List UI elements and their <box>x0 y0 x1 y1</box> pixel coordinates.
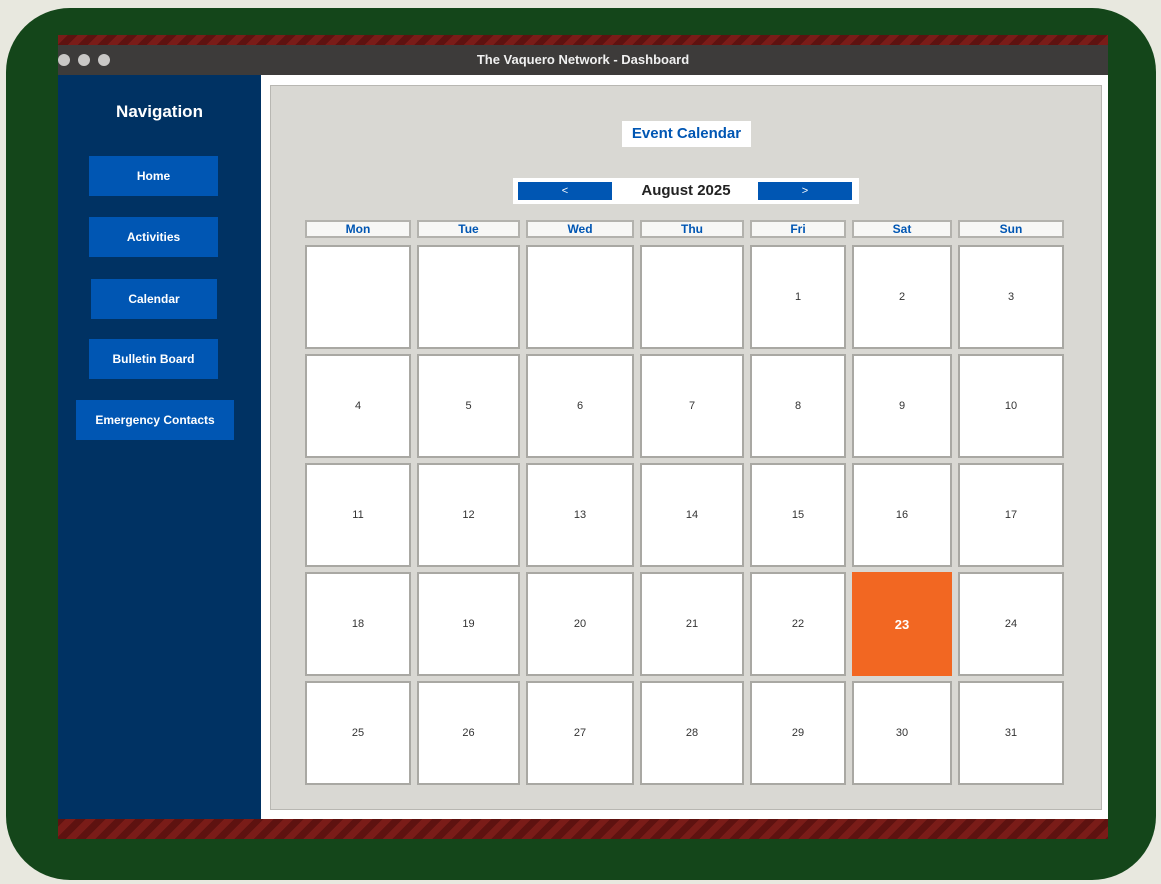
day-cell[interactable]: 27 <box>526 681 634 785</box>
weekday-header: Mon <box>305 220 411 238</box>
empty-day-cell <box>305 245 411 349</box>
day-cell[interactable]: 5 <box>417 354 520 458</box>
day-cell[interactable]: 10 <box>958 354 1064 458</box>
day-cell[interactable]: 9 <box>852 354 952 458</box>
day-cell[interactable]: 18 <box>305 572 411 676</box>
calendar-title: Event Calendar <box>622 121 751 147</box>
day-cell[interactable]: 16 <box>852 463 952 567</box>
day-cell[interactable]: 7 <box>640 354 744 458</box>
day-cell[interactable]: 12 <box>417 463 520 567</box>
day-cell[interactable]: 11 <box>305 463 411 567</box>
sidebar-item-calendar[interactable]: Calendar <box>91 279 217 319</box>
month-navigation: < August 2025 > <box>513 178 859 204</box>
outer-frame: The Vaquero Network - Dashboard Navigati… <box>6 8 1156 880</box>
day-cell[interactable]: 17 <box>958 463 1064 567</box>
app-window: The Vaquero Network - Dashboard Navigati… <box>58 35 1108 839</box>
calendar-panel: Event Calendar < August 2025 > Mon Tue W… <box>270 85 1102 810</box>
weekday-header: Thu <box>640 220 744 238</box>
day-cell[interactable]: 4 <box>305 354 411 458</box>
month-label: August 2025 <box>641 182 731 199</box>
main-content: Event Calendar < August 2025 > Mon Tue W… <box>261 75 1108 819</box>
sidebar-item-emergency-contacts[interactable]: Emergency Contacts <box>76 400 234 440</box>
day-cell[interactable]: 29 <box>750 681 846 785</box>
day-cell-highlighted[interactable]: 23 <box>852 572 952 676</box>
sidebar-item-activities[interactable]: Activities <box>89 217 218 257</box>
weekday-header: Wed <box>526 220 634 238</box>
sidebar-item-bulletin-board[interactable]: Bulletin Board <box>89 339 218 379</box>
empty-day-cell <box>640 245 744 349</box>
weekday-header: Fri <box>750 220 846 238</box>
day-cell[interactable]: 25 <box>305 681 411 785</box>
sidebar: Navigation Home Activities Calendar Bull… <box>58 75 261 819</box>
day-cell[interactable]: 21 <box>640 572 744 676</box>
day-cell[interactable]: 1 <box>750 245 846 349</box>
day-cell[interactable]: 31 <box>958 681 1064 785</box>
sidebar-item-home[interactable]: Home <box>89 156 218 196</box>
day-cell[interactable]: 26 <box>417 681 520 785</box>
empty-day-cell <box>526 245 634 349</box>
day-cell[interactable]: 2 <box>852 245 952 349</box>
next-month-button[interactable]: > <box>758 182 852 200</box>
weekday-header: Sun <box>958 220 1064 238</box>
weekday-header: Sat <box>852 220 952 238</box>
title-bar: The Vaquero Network - Dashboard <box>58 45 1108 75</box>
day-cell[interactable]: 28 <box>640 681 744 785</box>
day-cell[interactable]: 20 <box>526 572 634 676</box>
day-cell[interactable]: 30 <box>852 681 952 785</box>
day-cell[interactable]: 8 <box>750 354 846 458</box>
weekday-header: Tue <box>417 220 520 238</box>
day-cell[interactable]: 14 <box>640 463 744 567</box>
day-cell[interactable]: 15 <box>750 463 846 567</box>
day-cell[interactable]: 3 <box>958 245 1064 349</box>
day-cell[interactable]: 6 <box>526 354 634 458</box>
day-cell[interactable]: 24 <box>958 572 1064 676</box>
day-cell[interactable]: 19 <box>417 572 520 676</box>
day-cell[interactable]: 22 <box>750 572 846 676</box>
sidebar-title: Navigation <box>116 102 203 121</box>
window-title: The Vaquero Network - Dashboard <box>476 52 690 67</box>
day-cell[interactable]: 13 <box>526 463 634 567</box>
empty-day-cell <box>417 245 520 349</box>
prev-month-button[interactable]: < <box>518 182 612 200</box>
